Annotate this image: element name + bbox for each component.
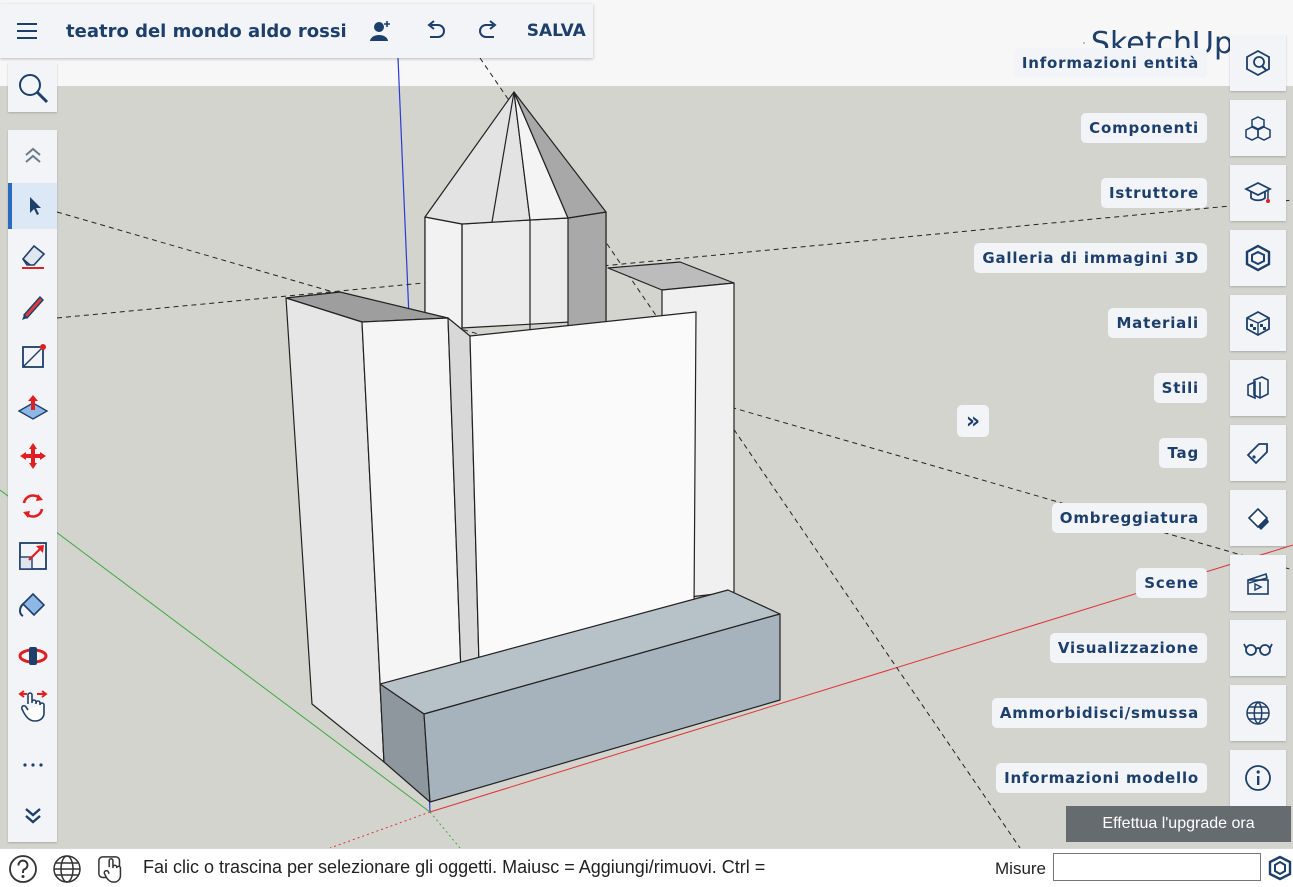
- panel-label-entity-info[interactable]: Informazioni entità: [1013, 48, 1207, 78]
- add-collaborator-icon[interactable]: [361, 11, 401, 51]
- orbit-tool-icon[interactable]: [8, 633, 57, 679]
- model-info-icon[interactable]: [1230, 750, 1286, 806]
- measurements-label: Misure: [995, 859, 1047, 878]
- left-toolbar: [8, 130, 57, 842]
- move-tool-icon[interactable]: [8, 433, 57, 479]
- search-icon: [18, 73, 48, 103]
- panel-label-instructor[interactable]: Istruttore: [1101, 178, 1207, 208]
- soften-edges-icon[interactable]: [1230, 685, 1286, 741]
- shadows-icon[interactable]: [1230, 490, 1286, 546]
- panel-label-styles[interactable]: Stili: [1153, 373, 1207, 403]
- pan-tool-icon[interactable]: [8, 683, 57, 729]
- scale-tool-icon[interactable]: [8, 533, 57, 579]
- save-button[interactable]: SALVA: [527, 21, 586, 41]
- scenes-icon[interactable]: [1230, 555, 1286, 611]
- pencil-tool-icon[interactable]: [8, 283, 57, 329]
- panel-label-shadows[interactable]: Ombreggiatura: [1051, 503, 1207, 533]
- status-bar: Fai clic o trascina per selezionare gli …: [0, 848, 1293, 887]
- panel-label-tag[interactable]: Tag: [1159, 438, 1207, 468]
- panel-label-3d-warehouse[interactable]: Galleria di immagini 3D: [974, 243, 1207, 273]
- touch-mode-icon[interactable]: [97, 854, 127, 884]
- measurements-input[interactable]: [1053, 853, 1261, 881]
- rectangle-tool-icon[interactable]: [8, 333, 57, 379]
- panel-label-display[interactable]: Visualizzazione: [1049, 633, 1207, 663]
- push-pull-tool-icon[interactable]: [8, 383, 57, 429]
- display-icon[interactable]: [1230, 620, 1286, 676]
- more-tools-icon[interactable]: [8, 742, 57, 788]
- materials-icon[interactable]: [1230, 295, 1286, 351]
- status-hint-text: Fai clic o trascina per selezionare gli …: [143, 857, 766, 877]
- undo-icon[interactable]: [415, 11, 455, 51]
- hamburger-menu-icon[interactable]: [0, 4, 54, 58]
- model-title[interactable]: teatro del mondo aldo rossi: [66, 21, 347, 42]
- redo-icon[interactable]: [469, 11, 509, 51]
- globe-icon[interactable]: [52, 854, 82, 884]
- top-bar: teatro del mondo aldo rossi SALVA: [0, 4, 593, 58]
- panel-label-scenes[interactable]: Scene: [1136, 568, 1207, 598]
- expand-panel-button[interactable]: »: [957, 405, 989, 437]
- 3d-warehouse-icon[interactable]: [1230, 230, 1286, 286]
- expand-down-icon[interactable]: [8, 792, 57, 838]
- panel-label-soften-edges[interactable]: Ammorbidisci/smussa: [991, 698, 1207, 728]
- select-tool-icon[interactable]: [8, 183, 57, 229]
- rotate-tool-icon[interactable]: [8, 483, 57, 529]
- components-icon[interactable]: [1230, 100, 1286, 156]
- styles-icon[interactable]: [1230, 360, 1286, 416]
- panel-label-materials[interactable]: Materiali: [1108, 308, 1207, 338]
- upgrade-button[interactable]: Effettua l'upgrade ora: [1066, 806, 1291, 842]
- entity-info-icon[interactable]: [1230, 35, 1286, 91]
- tag-icon[interactable]: [1230, 425, 1286, 481]
- collapse-up-icon[interactable]: [8, 133, 57, 179]
- sketchup-small-logo-icon: [1265, 853, 1293, 883]
- search-button[interactable]: [8, 63, 57, 112]
- panel-label-model-info[interactable]: Informazioni modello: [996, 763, 1207, 793]
- instructor-icon[interactable]: [1230, 165, 1286, 221]
- eraser-tool-icon[interactable]: [8, 233, 57, 279]
- panel-label-components[interactable]: Componenti: [1081, 113, 1207, 143]
- paint-bucket-tool-icon[interactable]: [8, 583, 57, 629]
- help-icon[interactable]: [8, 854, 38, 884]
